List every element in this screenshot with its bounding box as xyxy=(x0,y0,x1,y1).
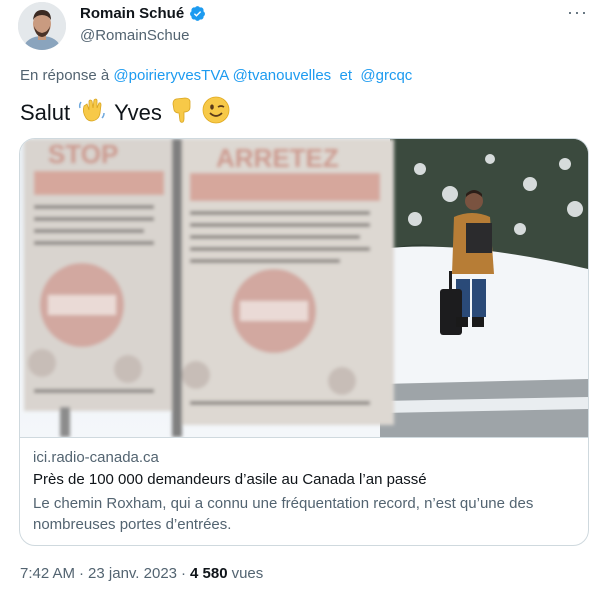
verified-badge-icon xyxy=(190,6,206,21)
mention-link-tvanouvelles[interactable]: @tvanouvelles xyxy=(233,67,332,84)
tweet-word-salut: Salut xyxy=(20,100,71,125)
tweet-word-yves: Yves xyxy=(114,100,162,125)
winking-face-icon xyxy=(202,96,230,130)
sign-arretez-text: ARRETEZ xyxy=(216,143,339,173)
views-label: vues xyxy=(231,565,264,582)
link-preview-card[interactable]: STOP ARRETEZ ici.radio-canada.ca Près de… xyxy=(19,138,589,546)
author-name[interactable]: Romain Schué xyxy=(80,5,184,22)
card-domain: ici.radio-canada.ca xyxy=(33,449,159,466)
card-meta[interactable]: ici.radio-canada.ca Près de 100 000 dema… xyxy=(20,437,588,545)
footer-separator: · xyxy=(79,565,85,582)
card-title: Près de 100 000 demandeurs d’asile au Ca… xyxy=(33,471,427,488)
sign-stop-text: STOP xyxy=(48,139,118,169)
reply-connector: et xyxy=(339,67,353,84)
pointing-down-icon xyxy=(170,96,194,130)
tweet-footer: 7:42 AM · 23 janv. 2023 · 4 580 vues xyxy=(20,565,263,582)
tweet-text: Salut Yves xyxy=(20,96,230,130)
waving-hand-icon xyxy=(78,96,106,130)
mention-link-grcqc[interactable]: @grcqc xyxy=(360,67,412,84)
tweet-time[interactable]: 7:42 AM xyxy=(20,565,75,582)
reply-prefix: En réponse à xyxy=(20,67,110,84)
card-description: Le chemin Roxham, qui a connu une fréque… xyxy=(33,495,534,533)
reply-context: En réponse à @poirieryvesTVA @tvanouvell… xyxy=(20,67,412,84)
avatar[interactable] xyxy=(18,2,66,50)
footer-separator-2: · xyxy=(181,565,187,582)
more-options-icon[interactable]: ··· xyxy=(567,2,588,23)
tweet-date[interactable]: 23 janv. 2023 xyxy=(88,565,177,582)
views-count: 4 580 xyxy=(190,565,228,582)
avatar-image xyxy=(18,2,66,50)
author-handle[interactable]: @RomainSchue xyxy=(80,27,189,44)
mention-link-poirieryvestva[interactable]: @poirieryvesTVA xyxy=(113,67,228,84)
card-image: STOP ARRETEZ xyxy=(20,139,588,437)
